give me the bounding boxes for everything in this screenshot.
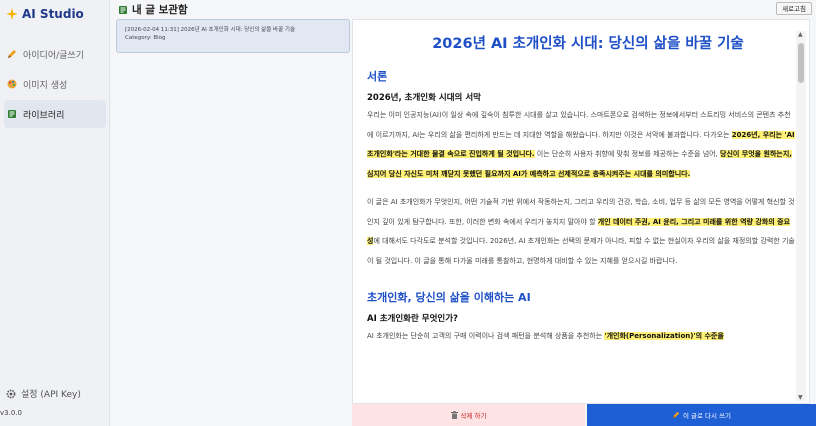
section-heading: 초개인화, 당신의 삶을 이해하는 AI [367, 291, 531, 304]
rewrite-button[interactable]: 이 글로 다시 쓰기 [587, 404, 816, 426]
subsection-heading: AI 초개인화란 무엇인가? [367, 314, 458, 324]
article-scrollbar[interactable]: ▲ ▼ [796, 31, 806, 401]
sidebar-item-image[interactable]: 이미지 생성 [4, 70, 106, 98]
settings-label: 설정 (API Key) [21, 390, 81, 400]
subsection-heading: 2026년, 초개인화 시대의 서막 [367, 93, 481, 103]
sidebar-item-writing[interactable]: 아이디어/글쓰기 [4, 40, 106, 68]
app-version: v3.0.0 [0, 409, 22, 417]
app-title: AI Studio [22, 7, 84, 21]
article-content: 2026년 AI 초개인화 시대: 당신의 삶을 바꿀 기술 서론 2026년,… [367, 32, 795, 347]
section-heading: 서론 [367, 70, 388, 83]
sidebar-item-label: 이미지 생성 [23, 80, 68, 91]
list-item-category: Category: Blog [125, 35, 166, 41]
paragraph: AI 초개인화는 단순히 고객의 구매 이력이나 검색 패턴을 분석해 상품을 … [367, 327, 795, 347]
top-bar: 내 글 보관함 새로고침 [110, 0, 816, 17]
pencil-icon [672, 411, 680, 419]
scroll-down-icon[interactable]: ▼ [798, 394, 803, 401]
book-icon [8, 110, 16, 118]
text-run: 에 대해서도 다각도로 분석할 것입니다. 2026년, AI 초개인화는 선택… [367, 237, 795, 265]
article-title: 2026년 AI 초개인화 시대: 당신의 삶을 바꿀 기술 [432, 36, 744, 52]
sparkle-icon [6, 8, 18, 20]
rewrite-label: 이 글로 다시 쓰기 [682, 412, 732, 420]
page-title: 내 글 보관함 [118, 2, 188, 17]
paragraph: 이 글은 AI 초개인화가 무엇인지, 어떤 기술적 기반 위에서 작동하는지,… [367, 193, 795, 271]
sidebar-item-label: 아이디어/글쓰기 [23, 50, 84, 61]
text-run: 이는 단순히 사용자 취향에 맞춰 정보를 제공하는 수준을 넘어, [534, 150, 721, 158]
paragraph: 우리는 이미 인공지능(AI)이 일상 속에 깊숙이 침투한 시대를 살고 있습… [367, 106, 795, 184]
app-brand: AI Studio [6, 7, 84, 21]
sidebar-nav: 아이디어/글쓰기 이미지 생성 라이브러리 [0, 38, 110, 130]
article-viewer[interactable]: 2026년 AI 초개인화 시대: 당신의 삶을 바꿀 기술 서론 2026년,… [352, 19, 810, 404]
trash-icon [450, 411, 458, 419]
highlight-text: '개인화(Personalization)'의 수준을 [604, 332, 724, 340]
pencil-icon [8, 50, 16, 58]
sidebar-item-label: 라이브러리 [23, 110, 65, 121]
scrollbar-thumb[interactable] [798, 43, 804, 83]
delete-label: 삭제 하기 [460, 412, 487, 420]
sidebar-item-library[interactable]: 라이브러리 [4, 100, 106, 128]
refresh-button[interactable]: 새로고침 [776, 2, 812, 15]
list-item-title: [2026-02-04 11:31] 2026년 AI 초개인화 시대: 당신의… [125, 27, 296, 33]
list-item[interactable]: [2026-02-04 11:31] 2026년 AI 초개인화 시대: 당신의… [116, 19, 350, 53]
sidebar: AI Studio 아이디어/글쓰기 이미지 생성 라이브러리 설정 (API … [0, 0, 110, 426]
page-title-text: 내 글 보관함 [132, 4, 188, 16]
settings-link[interactable]: 설정 (API Key) [6, 387, 81, 400]
scroll-up-icon[interactable]: ▲ [798, 31, 803, 38]
text-run: AI 초개인화는 단순히 고객의 구매 이력이나 검색 패턴을 분석해 상품을 … [367, 332, 605, 340]
text-run: 우리는 이미 인공지능(AI)이 일상 속에 깊숙이 침투한 시대를 살고 있습… [367, 111, 791, 139]
book-icon [119, 5, 127, 14]
delete-button[interactable]: 삭제 하기 [352, 404, 585, 426]
palette-icon [7, 79, 17, 89]
saved-list: [2026-02-04 11:31] 2026년 AI 초개인화 시대: 당신의… [116, 19, 350, 404]
gear-icon [6, 389, 16, 398]
